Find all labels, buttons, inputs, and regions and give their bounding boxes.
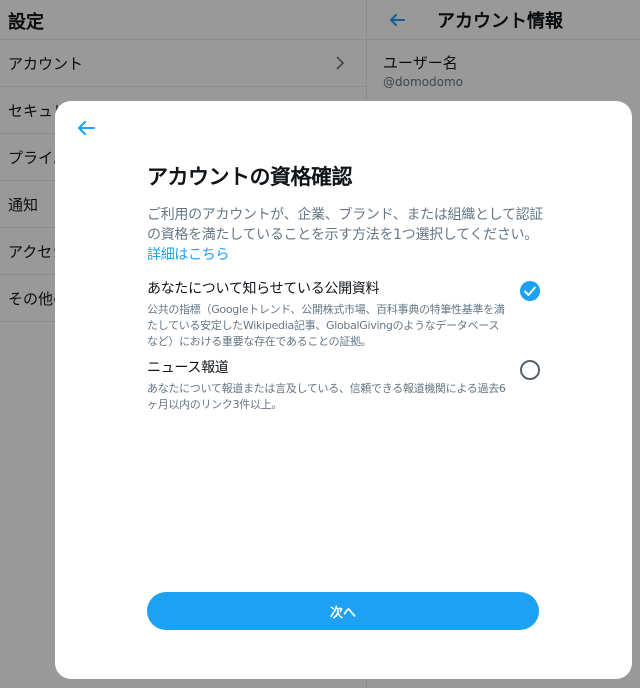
next-button[interactable]: 次へ	[147, 592, 539, 630]
verification-modal: アカウントの資格確認 ご利用のアカウントが、企業、ブランド、または組織として認証…	[55, 101, 632, 679]
option-public-materials[interactable]: あなたについて知らせている公開資料 公共の指標（Googleトレンド、公開株式市…	[147, 279, 547, 350]
arrow-left-icon[interactable]	[75, 117, 97, 139]
radio-unselected[interactable]	[520, 360, 540, 380]
description-text: ご利用のアカウントが、企業、ブランド、または組織として認証の資格を満たしているこ…	[147, 207, 544, 243]
modal-content: アカウントの資格確認 ご利用のアカウントが、企業、ブランド、または組織として認証…	[147, 163, 547, 413]
option-description: 公共の指標（Googleトレンド、公開株式市場、百科事典の特筆性基準を満たしてい…	[147, 303, 505, 348]
modal-description: ご利用のアカウントが、企業、ブランド、または組織として認証の資格を満たしているこ…	[147, 205, 547, 265]
option-description: あなたについて報道または言及している、信頼できる報道機関による過去6ヶ月以内のリ…	[147, 382, 506, 411]
option-title: あなたについて知らせている公開資料	[147, 281, 380, 297]
radio-selected[interactable]	[520, 281, 540, 301]
modal-title: アカウントの資格確認	[147, 165, 353, 189]
learn-more-link[interactable]: 詳細はこちら	[147, 247, 230, 263]
option-news-coverage[interactable]: ニュース報道 あなたについて報道または言及している、信頼できる報道機関による過去…	[147, 358, 547, 413]
option-title: ニュース報道	[147, 360, 229, 376]
check-icon	[524, 286, 536, 296]
